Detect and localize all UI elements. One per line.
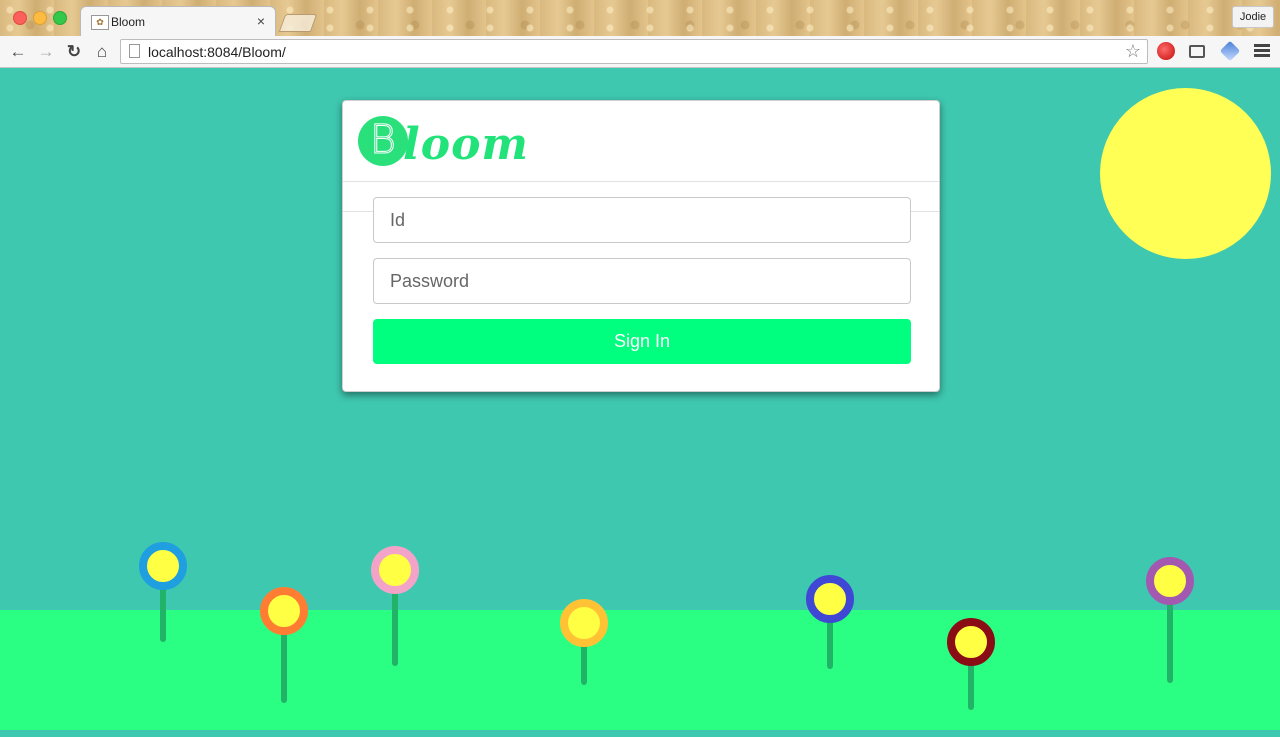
reload-icon[interactable]: ↻	[64, 42, 84, 62]
sun-decoration	[1100, 88, 1271, 259]
flower-stem	[968, 662, 974, 710]
flower-stem	[827, 619, 833, 669]
password-input[interactable]	[373, 258, 911, 304]
flower-head	[371, 546, 419, 594]
flower-stem	[392, 590, 398, 666]
extension-icon[interactable]	[1157, 42, 1175, 60]
bookmark-star-icon[interactable]: ☆	[1125, 41, 1141, 62]
cast-icon[interactable]	[1189, 45, 1205, 58]
flower-head	[139, 542, 187, 590]
profile-button[interactable]: Jodie	[1232, 6, 1274, 28]
extension-cube-icon[interactable]	[1219, 40, 1241, 62]
flower-stem	[1167, 601, 1173, 683]
flower-head	[560, 599, 608, 647]
flower-head	[260, 587, 308, 635]
logo-word: loom	[403, 119, 529, 170]
grass-decoration	[0, 610, 1280, 730]
login-card: B loom Sign In	[342, 100, 940, 392]
flower-stem	[281, 631, 287, 703]
flower-stem	[160, 586, 166, 642]
menu-icon[interactable]	[1254, 44, 1270, 58]
page-viewport: B loom Sign In	[0, 68, 1280, 737]
page-icon	[129, 44, 140, 58]
favicon-icon: ✿	[91, 15, 109, 30]
new-tab-button[interactable]	[278, 14, 318, 32]
address-bar[interactable]: localhost:8084/Bloom/ ☆	[120, 39, 1148, 64]
close-window-button[interactable]	[13, 11, 27, 25]
tab-close-icon[interactable]: ×	[257, 13, 265, 29]
logo-letter: B	[369, 117, 397, 163]
browser-tab[interactable]: ✿ Bloom ×	[80, 6, 276, 36]
sign-in-button[interactable]: Sign In	[373, 319, 911, 364]
flower-head	[947, 618, 995, 666]
id-input[interactable]	[373, 197, 911, 243]
url-text[interactable]: localhost:8084/Bloom/	[148, 44, 286, 60]
home-icon[interactable]: ⌂	[92, 42, 112, 62]
browser-toolbar: ← → ↻ ⌂ localhost:8084/Bloom/ ☆	[0, 36, 1280, 68]
flower-head	[1146, 557, 1194, 605]
card-header: B loom	[343, 101, 939, 182]
tab-title: Bloom	[111, 15, 146, 29]
zoom-window-button[interactable]	[53, 11, 67, 25]
minimize-window-button[interactable]	[33, 11, 47, 25]
back-icon[interactable]: ←	[8, 42, 28, 62]
forward-icon[interactable]: →	[36, 42, 56, 62]
flower-stem	[581, 643, 587, 685]
flower-head	[806, 575, 854, 623]
